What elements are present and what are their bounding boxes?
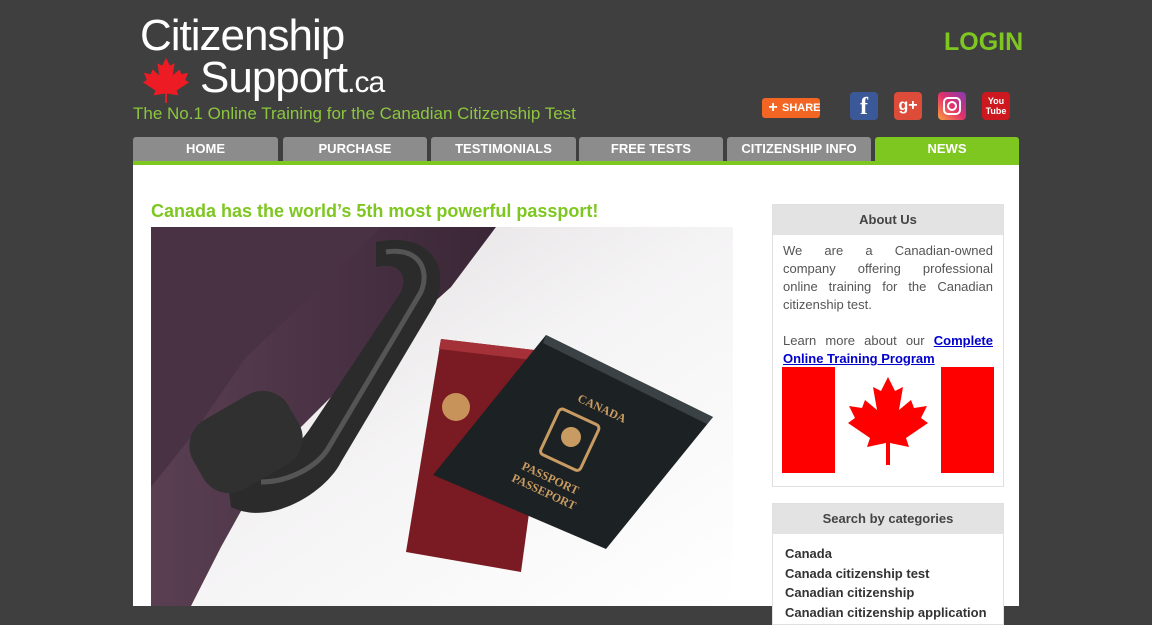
category-link[interactable]: Canadian citizenship [785,583,1003,603]
category-link[interactable]: Canada [785,544,1003,564]
tab-testimonials[interactable]: TESTIMONIALS [431,137,576,161]
about-us-heading: About Us [773,205,1003,235]
tab-citizenship-info[interactable]: CITIZENSHIP INFO [727,137,871,161]
site-logo[interactable]: Citizenship Support.ca [140,10,410,105]
share-button[interactable]: + SHARE [762,98,821,118]
logo-line-2: Support.ca [200,52,385,109]
youtube-icon[interactable]: You Tube [982,92,1010,120]
tab-purchase[interactable]: PURCHASE [283,137,427,161]
categories-heading: Search by categories [773,504,1003,534]
instagram-icon[interactable] [938,92,966,120]
post-image[interactable]: CANADA PASSPORT PASSEPORT [151,227,733,606]
about-us-text: We are a Canadian-owned company offering… [783,243,993,312]
category-link[interactable]: Canada citizenship test [785,564,1003,584]
tab-free-tests[interactable]: FREE TESTS [579,137,723,161]
login-link[interactable]: LOGIN [944,28,1023,57]
site-tagline: The No.1 Online Training for the Canadia… [133,104,576,123]
plus-icon: + [768,99,778,116]
about-us-learn-more: Learn more about our Complete Online Tra… [773,332,1003,368]
tab-home[interactable]: HOME [133,137,278,161]
canada-flag-image [782,367,994,473]
about-us-widget: About Us We are a Canadian-owned company… [772,204,1004,487]
post-title[interactable]: Canada has the world’s 5th most powerful… [151,201,598,222]
facebook-icon[interactable]: f [850,92,878,120]
main-nav: HOME PURCHASE TESTIMONIALS FREE TESTS CI… [133,137,1019,165]
category-link[interactable]: Canadian citizenship application [785,603,1003,623]
red-passport-crest [442,393,470,421]
learn-more-prefix: Learn more about our [783,333,925,348]
instagram-lens [947,101,957,111]
maple-leaf-icon [142,57,190,104]
main-content: Canada has the world’s 5th most powerful… [133,165,1019,625]
categories-widget: Search by categories Canada Canada citiz… [772,503,1004,625]
tab-news[interactable]: NEWS [875,137,1019,161]
categories-list: Canada Canada citizenship test Canadian … [773,534,1003,622]
passport-photo: CANADA PASSPORT PASSEPORT [151,227,733,606]
google-plus-icon[interactable]: g+ [894,92,922,120]
logo-word: Support [200,53,348,102]
share-label: SHARE [782,102,821,114]
logo-tld: .ca [347,66,385,99]
